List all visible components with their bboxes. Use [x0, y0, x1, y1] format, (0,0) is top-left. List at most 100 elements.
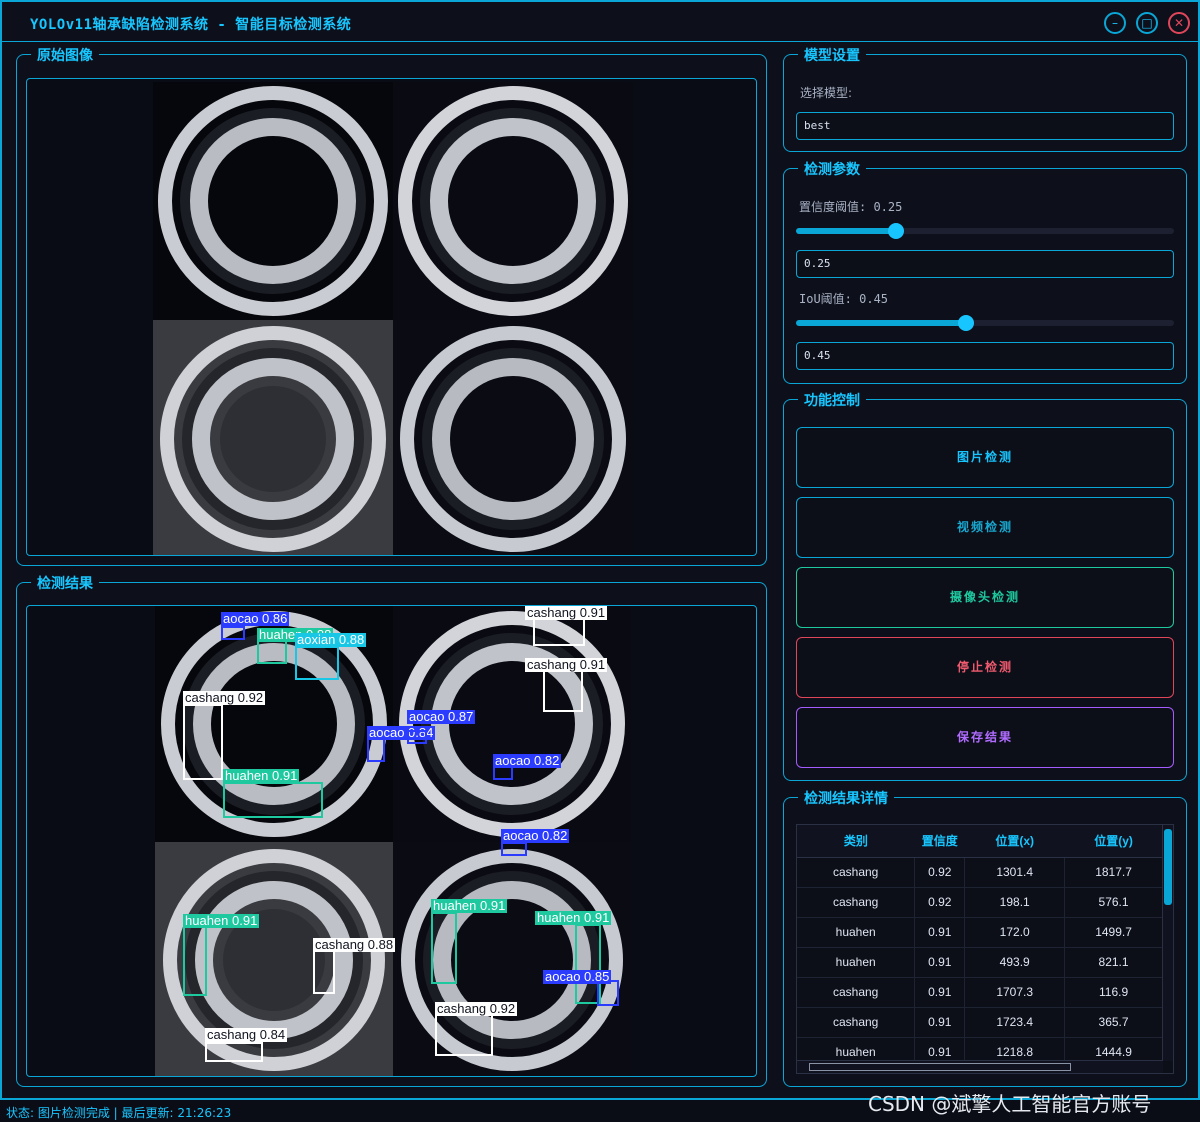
table-cell: cashang — [797, 887, 916, 918]
original-image-title: 原始图像 — [31, 45, 99, 65]
iou-slider-handle[interactable] — [958, 315, 974, 331]
table-cell: 576.1 — [1064, 887, 1163, 918]
detection-label: aocao 0.82 — [493, 753, 562, 768]
function-control-title: 功能控制 — [798, 390, 866, 410]
detection-label: cashang 0.88 — [313, 937, 396, 952]
table-header-cell[interactable]: 位置(x) — [964, 825, 1065, 858]
table-cell: 365.7 — [1064, 1007, 1163, 1038]
table-cell: 493.9 — [964, 947, 1066, 978]
detection-box — [533, 618, 585, 646]
save-result-button[interactable]: 保存结果 — [796, 707, 1174, 768]
table-row[interactable]: huahen 0.91 172.0 1499.7 — [797, 917, 1163, 948]
conf-threshold-label: 置信度阈值: 0.25 — [799, 200, 903, 214]
table-cell: 0.91 — [914, 1007, 966, 1038]
table-cell: 1301.4 — [964, 857, 1066, 888]
image-detect-button[interactable]: 图片检测 — [796, 427, 1174, 488]
detection-label: cashang 0.91 — [525, 657, 608, 672]
detection-label: huahen 0.91 — [223, 768, 300, 783]
table-row[interactable]: huahen 0.91 493.9 821.1 — [797, 947, 1163, 978]
app-window: YOLOv11轴承缺陷检测系统 - 智能目标检测系统 – □ ✕ 原始图像 检测… — [0, 0, 1200, 1100]
table-header-cell[interactable]: 位置(y) — [1064, 825, 1163, 858]
detection-box — [313, 950, 335, 994]
table-cell: huahen — [797, 917, 916, 948]
maximize-icon[interactable]: □ — [1136, 12, 1158, 34]
detection-box — [431, 912, 457, 984]
detection-label: aocao 0.85 — [543, 969, 612, 984]
select-model-label: 选择模型: — [800, 86, 853, 100]
table-cell: 0.92 — [914, 887, 966, 918]
detection-box — [257, 640, 287, 664]
detection-box — [221, 626, 245, 640]
detection-box — [543, 670, 583, 712]
conf-slider-handle[interactable] — [888, 223, 904, 239]
window-title: YOLOv11轴承缺陷检测系统 - 智能目标检测系统 — [30, 17, 352, 33]
table-row[interactable]: cashang 0.92 1301.4 1817.7 — [797, 857, 1163, 888]
horizontal-scrollbar[interactable] — [797, 1060, 1163, 1073]
detection-label: aoxian 0.88 — [295, 632, 367, 647]
table-cell: 116.9 — [1064, 977, 1163, 1008]
horizontal-scrollbar-thumb[interactable] — [809, 1063, 1071, 1071]
vertical-scrollbar[interactable] — [1162, 825, 1173, 1061]
table-row[interactable]: cashang 0.92 198.1 576.1 — [797, 887, 1163, 918]
camera-detect-button[interactable]: 摄像头检测 — [796, 567, 1174, 628]
table-cell: 1707.3 — [964, 977, 1066, 1008]
detection-box — [501, 842, 527, 856]
table-row[interactable]: cashang 0.91 1707.3 116.9 — [797, 977, 1163, 1008]
detection-box — [205, 1042, 263, 1062]
stop-detect-button[interactable]: 停止检测 — [796, 637, 1174, 698]
detection-box — [295, 646, 339, 680]
model-select[interactable]: best — [796, 112, 1174, 140]
detection-label: huahen 0.91 — [431, 898, 508, 913]
table-header-cell[interactable]: 置信度 — [914, 825, 965, 858]
result-bearing-image — [155, 606, 631, 1076]
table-cell: cashang — [797, 977, 916, 1008]
original-bearing-image — [153, 82, 633, 555]
iou-slider-fill — [796, 320, 966, 326]
table-header-row: 类别 置信度 位置(x) 位置(y) — [797, 825, 1163, 858]
table-cell: cashang — [797, 857, 916, 888]
table-cell: 0.91 — [914, 947, 966, 978]
detection-box — [183, 704, 223, 780]
detection-label: aocao 0.82 — [501, 828, 570, 843]
detection-box — [435, 1014, 493, 1056]
model-settings-title: 模型设置 — [798, 45, 866, 65]
detection-label: cashang 0.92 — [183, 690, 266, 705]
table-cell: 0.91 — [914, 917, 966, 948]
table-cell: 198.1 — [964, 887, 1066, 918]
original-image-panel: 原始图像 — [16, 45, 767, 566]
close-icon[interactable]: ✕ — [1168, 12, 1190, 34]
table-cell: 0.92 — [914, 857, 966, 888]
table-header-cell[interactable]: 类别 — [797, 825, 915, 858]
minimize-icon[interactable]: – — [1104, 12, 1126, 34]
conf-slider[interactable] — [796, 223, 1174, 239]
table-cell: 821.1 — [1064, 947, 1163, 978]
detection-result-title: 检测结果 — [31, 573, 99, 593]
detection-label: cashang 0.91 — [525, 605, 608, 620]
table-cell: 0.91 — [914, 977, 966, 1008]
conf-threshold-input[interactable]: 0.25 — [796, 250, 1174, 278]
detection-label: aocao 0.86 — [221, 611, 290, 626]
result-details-table: 类别 置信度 位置(x) 位置(y) cashang 0.92 1301.4 1817.7 c… — [796, 824, 1174, 1074]
vertical-scrollbar-thumb[interactable] — [1164, 829, 1172, 905]
detection-label: cashang 0.92 — [435, 1001, 518, 1016]
iou-threshold-label: IoU阈值: 0.45 — [799, 292, 889, 306]
table-cell: cashang — [797, 1007, 916, 1038]
detection-label: aocao 0.87 — [407, 709, 476, 724]
detection-label: huahen 0.91 — [535, 910, 612, 925]
iou-slider[interactable] — [796, 315, 1174, 331]
detection-box — [493, 766, 513, 780]
original-image-frame — [26, 78, 757, 556]
result-details-title: 检测结果详情 — [798, 788, 894, 808]
table-cell: 172.0 — [964, 917, 1066, 948]
table-row[interactable]: cashang 0.91 1723.4 365.7 — [797, 1007, 1163, 1038]
detection-box — [407, 730, 427, 744]
detection-box — [223, 782, 323, 818]
status-bar: 状态: 图片检测完成 | 最后更新: 21:26:23 — [6, 1106, 232, 1120]
detection-box — [367, 738, 385, 762]
detection-result-panel: 检测结果 aocao 0.86 huahen aoxian 0.88 casha… — [16, 573, 767, 1087]
detection-params-title: 检测参数 — [798, 159, 866, 179]
video-detect-button[interactable]: 视频检测 — [796, 497, 1174, 558]
conf-slider-fill — [796, 228, 896, 234]
iou-threshold-input[interactable]: 0.45 — [796, 342, 1174, 370]
detection-result-frame: aocao 0.86 huahen 0.88 aoxian 0.88 casha… — [26, 605, 757, 1077]
